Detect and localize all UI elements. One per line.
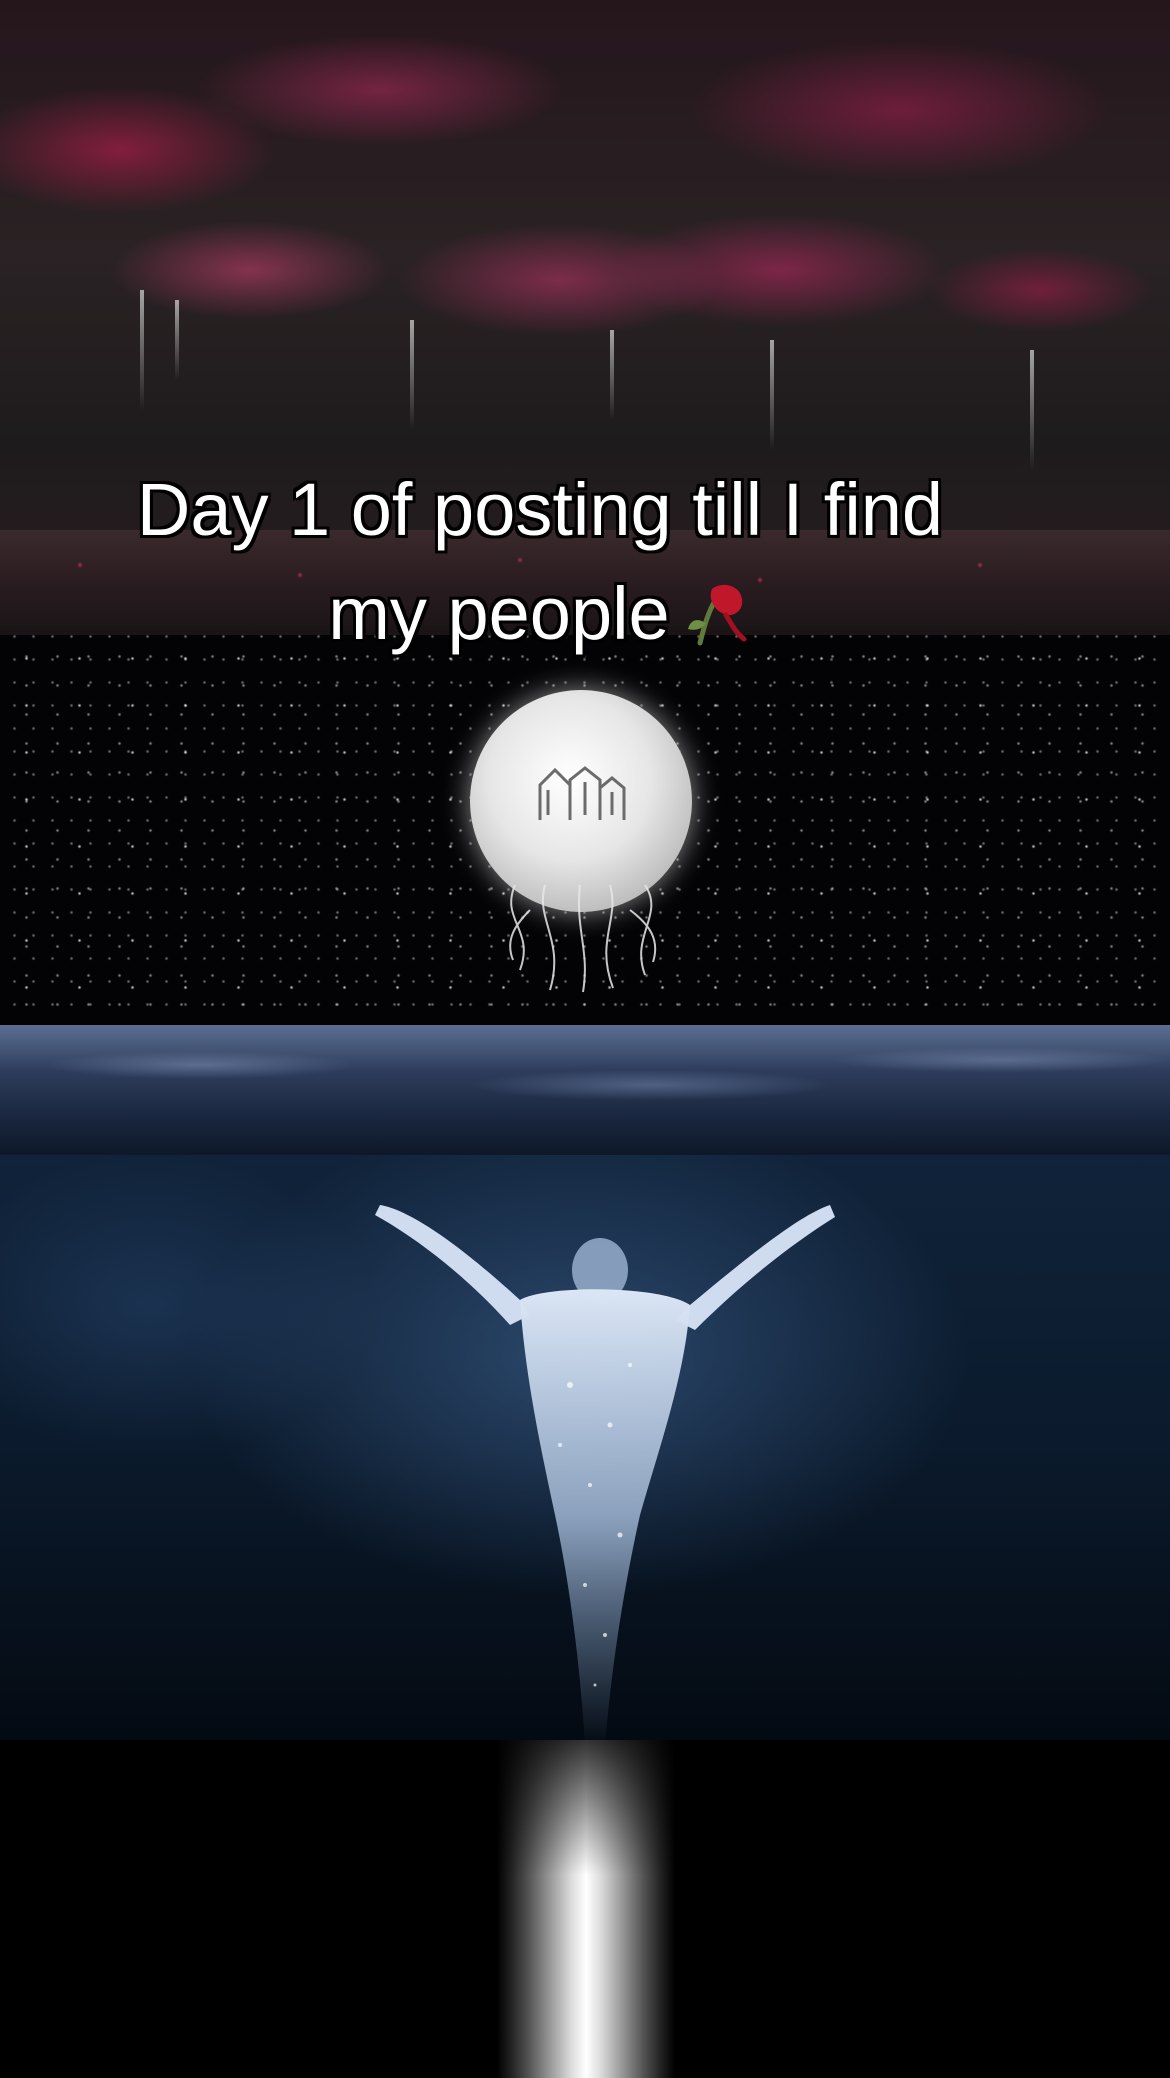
video-caption: Day 1 of posting till I find my people <box>40 458 1040 666</box>
paint-drip <box>175 300 179 380</box>
caption-line-1: Day 1 of posting till I find <box>136 468 944 551</box>
paint-drip <box>610 330 614 420</box>
light-beam <box>497 1740 675 2078</box>
caption-line-2: my people <box>328 572 670 655</box>
paint-drip <box>140 290 144 410</box>
water-surface <box>0 1025 1170 1155</box>
wilted-rose-icon <box>687 584 747 646</box>
diver-figure <box>375 1205 835 1745</box>
paint-drip <box>770 340 774 450</box>
video-frame: Day 1 of posting till I find my people <box>0 0 1170 2078</box>
moon-tendrils-icon <box>509 884 657 993</box>
moon-sigil-icon <box>538 766 626 820</box>
paint-drip <box>1030 350 1034 470</box>
paint-drip <box>410 320 414 430</box>
